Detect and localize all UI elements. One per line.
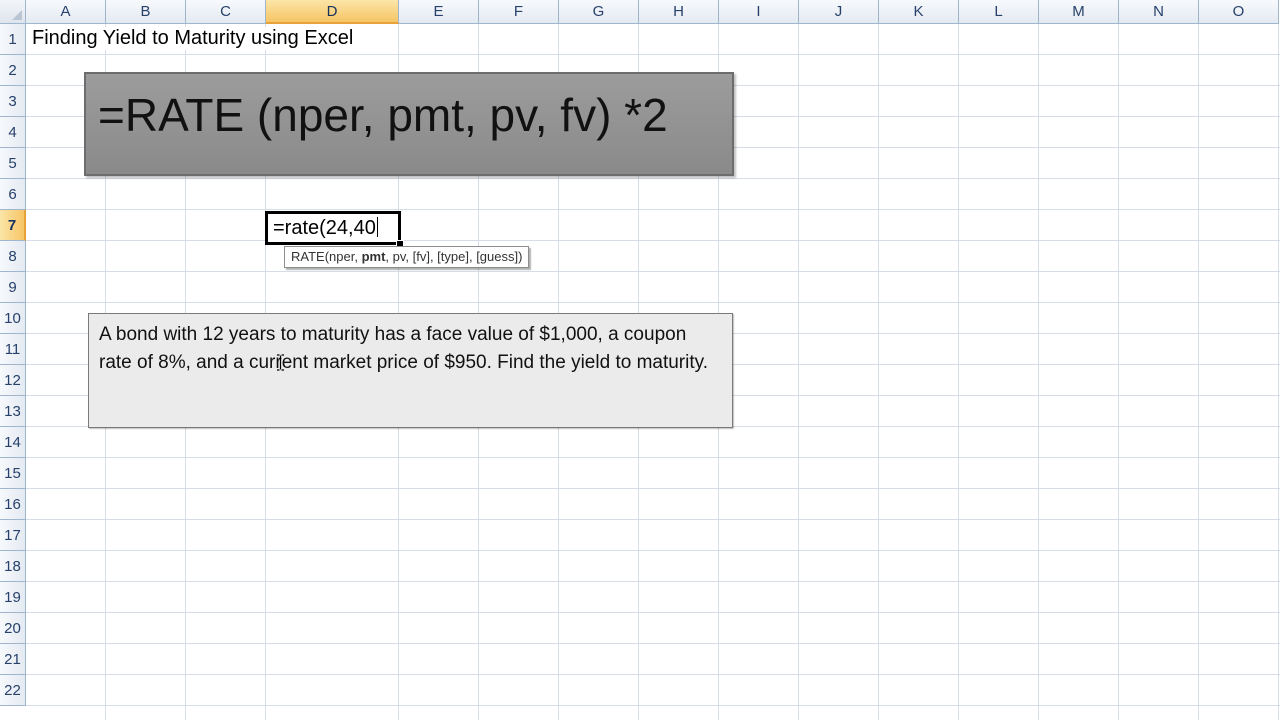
row-header-14[interactable]: 14	[0, 427, 26, 458]
column-header-f[interactable]: F	[479, 0, 559, 24]
problem-statement: A bond with 12 years to maturity has a f…	[99, 324, 709, 373]
column-header-d[interactable]: D	[266, 0, 399, 24]
function-argument-tooltip[interactable]: RATE(nper, pmt, pv, [fv], [type], [guess…	[284, 246, 530, 268]
spreadsheet: ABCDEFGHIJKLMNO 1 2 3 4 5 6 7 8 9 10 11 12 13 14 15 16 1…	[0, 0, 1280, 720]
row-header-9[interactable]: 9	[0, 272, 26, 303]
row-header-11[interactable]: 11	[0, 334, 26, 365]
tooltip-current-argument: pmt	[361, 249, 386, 264]
column-gridline	[958, 24, 959, 720]
column-gridline	[1278, 24, 1279, 720]
row-header-7[interactable]: 7	[0, 210, 26, 241]
column-gridline	[1198, 24, 1199, 720]
row-header-6[interactable]: 6	[0, 179, 26, 210]
row-header-20[interactable]: 20	[0, 613, 26, 644]
column-gridline	[878, 24, 879, 720]
active-cell-value: =rate(24,40	[273, 217, 378, 240]
column-header-j[interactable]: J	[799, 0, 879, 24]
row-header-12[interactable]: 12	[0, 365, 26, 396]
column-header-g[interactable]: G	[559, 0, 639, 24]
column-gridline	[1038, 24, 1039, 720]
formula-box-text: =RATE (nper, pmt, pv, fv) *2	[98, 89, 668, 141]
column-header-m[interactable]: M	[1039, 0, 1119, 24]
select-all-corner[interactable]	[0, 0, 26, 24]
text-caret	[376, 217, 378, 237]
row-header-2[interactable]: 2	[0, 55, 26, 86]
column-header-c[interactable]: C	[186, 0, 266, 24]
column-header-o[interactable]: O	[1199, 0, 1279, 24]
column-header-i[interactable]: I	[719, 0, 799, 24]
column-header-a[interactable]: A	[26, 0, 106, 24]
row-header-15[interactable]: 15	[0, 458, 26, 489]
row-header-5[interactable]: 5	[0, 148, 26, 179]
ibeam-cursor-icon	[277, 354, 284, 371]
column-header-k[interactable]: K	[879, 0, 959, 24]
row-header-17[interactable]: 17	[0, 520, 26, 551]
column-header-h[interactable]: H	[639, 0, 719, 24]
column-gridline	[798, 24, 799, 720]
column-header-n[interactable]: N	[1119, 0, 1199, 24]
row-header-10[interactable]: 10	[0, 303, 26, 334]
row-header-16[interactable]: 16	[0, 489, 26, 520]
problem-text-box[interactable]: A bond with 12 years to maturity has a f…	[88, 313, 733, 428]
cell-a1-title[interactable]: Finding Yield to Maturity using Excel	[32, 27, 358, 50]
column-header-l[interactable]: L	[959, 0, 1039, 24]
row-header-3[interactable]: 3	[0, 86, 26, 117]
row-header-4[interactable]: 4	[0, 117, 26, 148]
row-header-13[interactable]: 13	[0, 396, 26, 427]
column-header-b[interactable]: B	[106, 0, 186, 24]
row-header-18[interactable]: 18	[0, 551, 26, 582]
row-header-19[interactable]: 19	[0, 582, 26, 613]
row-header-8[interactable]: 8	[0, 241, 26, 272]
active-cell-d7[interactable]: =rate(24,40	[265, 211, 401, 245]
column-gridline	[1118, 24, 1119, 720]
row-header-22[interactable]: 22	[0, 675, 26, 706]
formula-text-box[interactable]: =RATE (nper, pmt, pv, fv) *2	[84, 72, 734, 176]
tooltip-suffix: , pv, [fv], [type], [guess])	[385, 249, 523, 264]
column-header-e[interactable]: E	[399, 0, 479, 24]
tooltip-prefix: RATE(nper,	[291, 249, 362, 264]
active-cell-entry: =rate(24,40	[273, 217, 376, 239]
row-header-1[interactable]: 1	[0, 24, 26, 55]
row-header-21[interactable]: 21	[0, 644, 26, 675]
